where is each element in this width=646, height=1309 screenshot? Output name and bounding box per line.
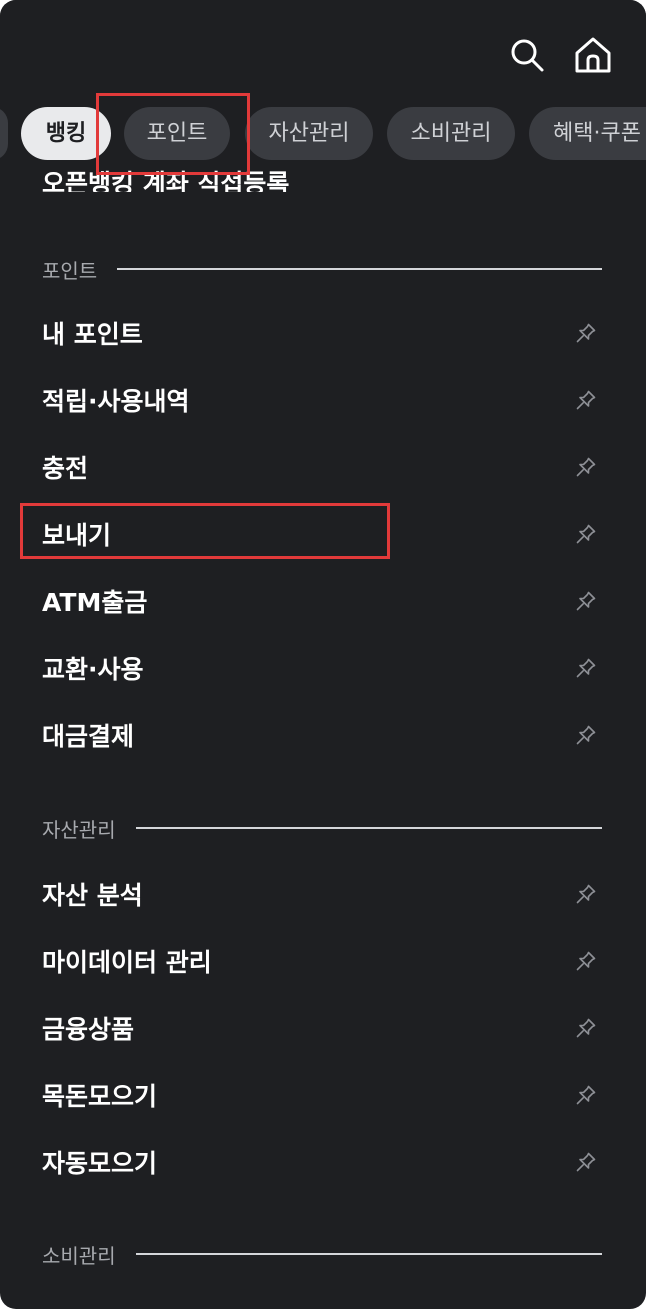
menu-item-label: 내 포인트 — [42, 320, 143, 349]
top-header: 뱅킹 포인트 자산관리 소비관리 혜택·쿠폰 — [0, 0, 646, 170]
tab-asset[interactable]: 자산관리 — [245, 107, 373, 160]
tab-previous[interactable] — [0, 107, 8, 160]
tab-spend[interactable]: 소비관리 — [387, 107, 515, 160]
pin-icon[interactable] — [572, 1148, 600, 1176]
menu-item-label: 충전 — [42, 454, 89, 483]
app-screen: 오픈뱅킹 계좌 직접등록 포인트 내 포인트 적립·사용내역 충전 보내기 AT… — [0, 0, 646, 1309]
menu-item-label: 보내기 — [42, 521, 112, 550]
menu-item-label: 교환·사용 — [42, 655, 144, 684]
pin-icon[interactable] — [572, 520, 600, 548]
pin-icon[interactable] — [572, 721, 600, 749]
pin-icon[interactable] — [572, 880, 600, 908]
menu-item-financial-products[interactable]: 금융상품 — [42, 1003, 602, 1053]
menu-item-charge[interactable]: 충전 — [42, 442, 602, 492]
menu-item-history[interactable]: 적립·사용내역 — [42, 375, 602, 425]
menu-item-asset-analysis[interactable]: 자산 분석 — [42, 869, 602, 919]
menu-item-label: 자산 분석 — [42, 881, 143, 910]
menu-item-payment[interactable]: 대금결제 — [42, 710, 602, 760]
menu-item-send[interactable]: 보내기 — [42, 509, 602, 559]
menu-item-label: 자동모으기 — [42, 1149, 158, 1178]
menu-item-my-point[interactable]: 내 포인트 — [42, 308, 602, 358]
section-title: 포인트 — [42, 258, 98, 283]
pin-icon[interactable] — [572, 386, 600, 414]
category-tabs: 뱅킹 포인트 자산관리 소비관리 혜택·쿠폰 — [0, 107, 646, 163]
pin-icon[interactable] — [572, 319, 600, 347]
tab-banking[interactable]: 뱅킹 — [21, 107, 111, 160]
section-divider — [117, 268, 602, 270]
menu-item-label: 대금결제 — [42, 722, 135, 751]
menu-item-mydata[interactable]: 마이데이터 관리 — [42, 936, 602, 986]
home-icon[interactable] — [572, 34, 614, 76]
menu-item-atm-withdraw[interactable]: ATM출금 — [42, 576, 602, 626]
menu-item-label: 마이데이터 관리 — [42, 948, 212, 977]
pin-icon[interactable] — [572, 587, 600, 615]
menu-item-label: 목돈모으기 — [42, 1082, 158, 1111]
menu-item-auto-savings[interactable]: 자동모으기 — [42, 1137, 602, 1187]
menu-item-lump-savings[interactable]: 목돈모으기 — [42, 1070, 602, 1120]
pin-icon[interactable] — [572, 1014, 600, 1042]
section-title: 소비관리 — [42, 1243, 116, 1268]
pin-icon[interactable] — [572, 453, 600, 481]
pin-icon[interactable] — [572, 654, 600, 682]
tab-benefit[interactable]: 혜택·쿠폰 — [529, 107, 646, 160]
section-header-point: 포인트 — [42, 254, 602, 284]
menu-content: 오픈뱅킹 계좌 직접등록 포인트 내 포인트 적립·사용내역 충전 보내기 AT… — [0, 0, 646, 1309]
menu-item-label: 적립·사용내역 — [42, 387, 190, 416]
section-divider — [135, 1253, 602, 1255]
section-header-asset: 자산관리 — [42, 813, 602, 843]
search-icon[interactable] — [506, 34, 548, 76]
section-divider — [135, 827, 602, 829]
tab-point[interactable]: 포인트 — [124, 107, 230, 160]
pin-icon[interactable] — [572, 1081, 600, 1109]
menu-item-exchange[interactable]: 교환·사용 — [42, 643, 602, 693]
menu-item-label: 금융상품 — [42, 1015, 135, 1044]
menu-item-label: ATM출금 — [42, 588, 148, 617]
section-title: 자산관리 — [42, 817, 116, 842]
pin-icon[interactable] — [572, 947, 600, 975]
section-header-spend: 소비관리 — [42, 1239, 602, 1269]
